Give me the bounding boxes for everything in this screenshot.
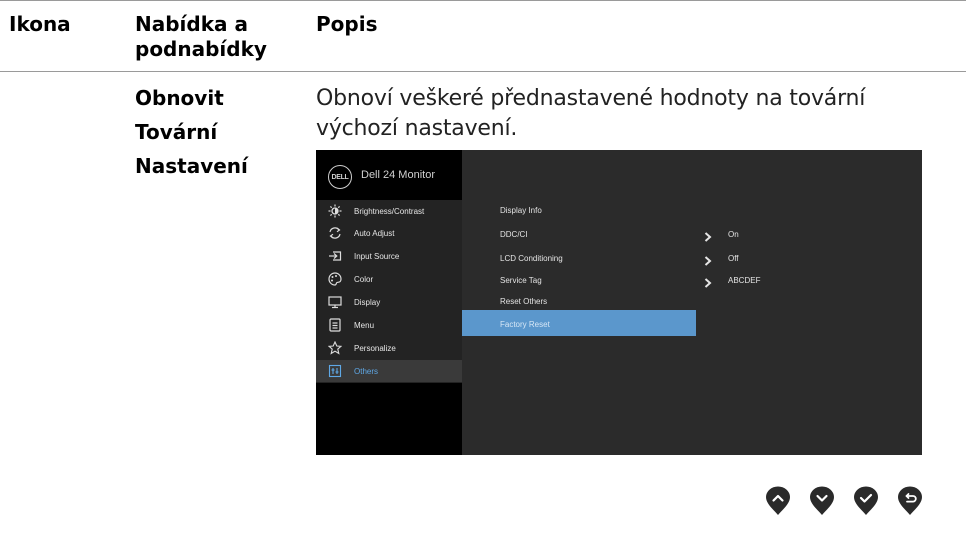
header-menu-line-2: podnabídky bbox=[135, 37, 267, 61]
service-tag-value: ABCDEF bbox=[728, 276, 761, 285]
lcd-conditioning-value: Off bbox=[728, 254, 739, 263]
osd-left-panel: DELL Dell 24 Monitor Brightness/Contrast… bbox=[316, 150, 462, 455]
checkmark-icon bbox=[853, 486, 879, 516]
osd-menu-label: Menu bbox=[354, 321, 375, 330]
header-rule bbox=[0, 71, 966, 72]
ddc-ci-value: On bbox=[728, 230, 739, 239]
osd-menu-display[interactable]: Display bbox=[316, 291, 462, 313]
display-icon bbox=[328, 295, 342, 309]
osd-menu-auto-adjust[interactable]: Auto Adjust bbox=[316, 222, 462, 244]
osd-main-menu: Brightness/Contrast Auto Adjust Input So… bbox=[316, 200, 462, 383]
down-arrow-icon bbox=[809, 486, 835, 516]
osd-screen: DELL Dell 24 Monitor Brightness/Contrast… bbox=[316, 150, 922, 455]
menu-name-line-2: Tovární bbox=[135, 120, 218, 144]
osd-menu-label: Input Source bbox=[354, 252, 400, 261]
osd-submenu-lcd-conditioning[interactable]: LCD Conditioning bbox=[500, 254, 563, 263]
osd-menu-menu[interactable]: Menu bbox=[316, 314, 462, 336]
osd-menu-label: Others bbox=[354, 367, 379, 376]
down-button[interactable] bbox=[809, 486, 835, 516]
header-icon: Ikona bbox=[9, 12, 71, 36]
osd-title: Dell 24 Monitor bbox=[361, 169, 435, 181]
up-button[interactable] bbox=[765, 486, 791, 516]
osd-menu-color[interactable]: Color bbox=[316, 268, 462, 290]
osd-menu-personalize[interactable]: Personalize bbox=[316, 337, 462, 359]
description-line-2: výchozí nastavení. bbox=[316, 116, 518, 141]
back-icon bbox=[897, 486, 923, 516]
header-description: Popis bbox=[316, 12, 378, 36]
auto-adjust-icon bbox=[328, 226, 342, 240]
osd-submenu-factory-reset[interactable] bbox=[462, 310, 696, 336]
osd-submenu-service-tag[interactable]: Service Tag bbox=[500, 276, 542, 285]
description: Obnoví veškeré přednastavené hodnoty na … bbox=[316, 84, 865, 144]
osd-menu-label: Auto Adjust bbox=[354, 229, 395, 238]
input-source-icon bbox=[328, 249, 342, 263]
menu-name-line-1: Obnovit bbox=[135, 86, 224, 110]
brightness-icon bbox=[328, 204, 342, 218]
top-rule bbox=[0, 0, 966, 1]
header-menu: Nabídka a podnabídky bbox=[135, 12, 267, 62]
osd-menu-label: Display bbox=[354, 298, 381, 307]
chevron-right-icon bbox=[704, 275, 712, 288]
osd-submenu-ddc-ci[interactable]: DDC/CI bbox=[500, 230, 528, 239]
osd-submenu-reset-others[interactable]: Reset Others bbox=[500, 297, 547, 306]
osd-menu-input-source[interactable]: Input Source bbox=[316, 245, 462, 267]
header-menu-line-1: Nabídka a bbox=[135, 12, 248, 36]
chevron-right-icon bbox=[704, 229, 712, 242]
confirm-button[interactable] bbox=[853, 486, 879, 516]
back-button[interactable] bbox=[897, 486, 923, 516]
dell-logo: DELL bbox=[328, 165, 352, 189]
up-arrow-icon bbox=[765, 486, 791, 516]
factory-reset-label: Factory Reset bbox=[500, 320, 550, 329]
osd-menu-label: Brightness/Contrast bbox=[354, 207, 425, 216]
star-icon bbox=[328, 341, 342, 355]
osd-menu-brightness-contrast[interactable]: Brightness/Contrast bbox=[316, 200, 462, 222]
chevron-right-icon bbox=[704, 253, 712, 266]
description-line-1: Obnoví veškeré přednastavené hodnoty na … bbox=[316, 86, 866, 111]
others-icon bbox=[328, 364, 342, 378]
menu-name-line-3: Nastavení bbox=[135, 154, 248, 178]
osd-menu-label: Personalize bbox=[354, 344, 396, 353]
color-palette-icon bbox=[328, 272, 342, 286]
osd-header: DELL Dell 24 Monitor bbox=[316, 150, 462, 198]
osd-submenu-display-info[interactable]: Display Info bbox=[500, 206, 542, 215]
osd-menu-label: Color bbox=[354, 275, 374, 284]
menu-item-name: Obnovit Tovární Nastavení bbox=[135, 81, 248, 183]
menu-icon bbox=[328, 318, 342, 332]
osd-menu-others[interactable]: Others bbox=[316, 360, 462, 382]
